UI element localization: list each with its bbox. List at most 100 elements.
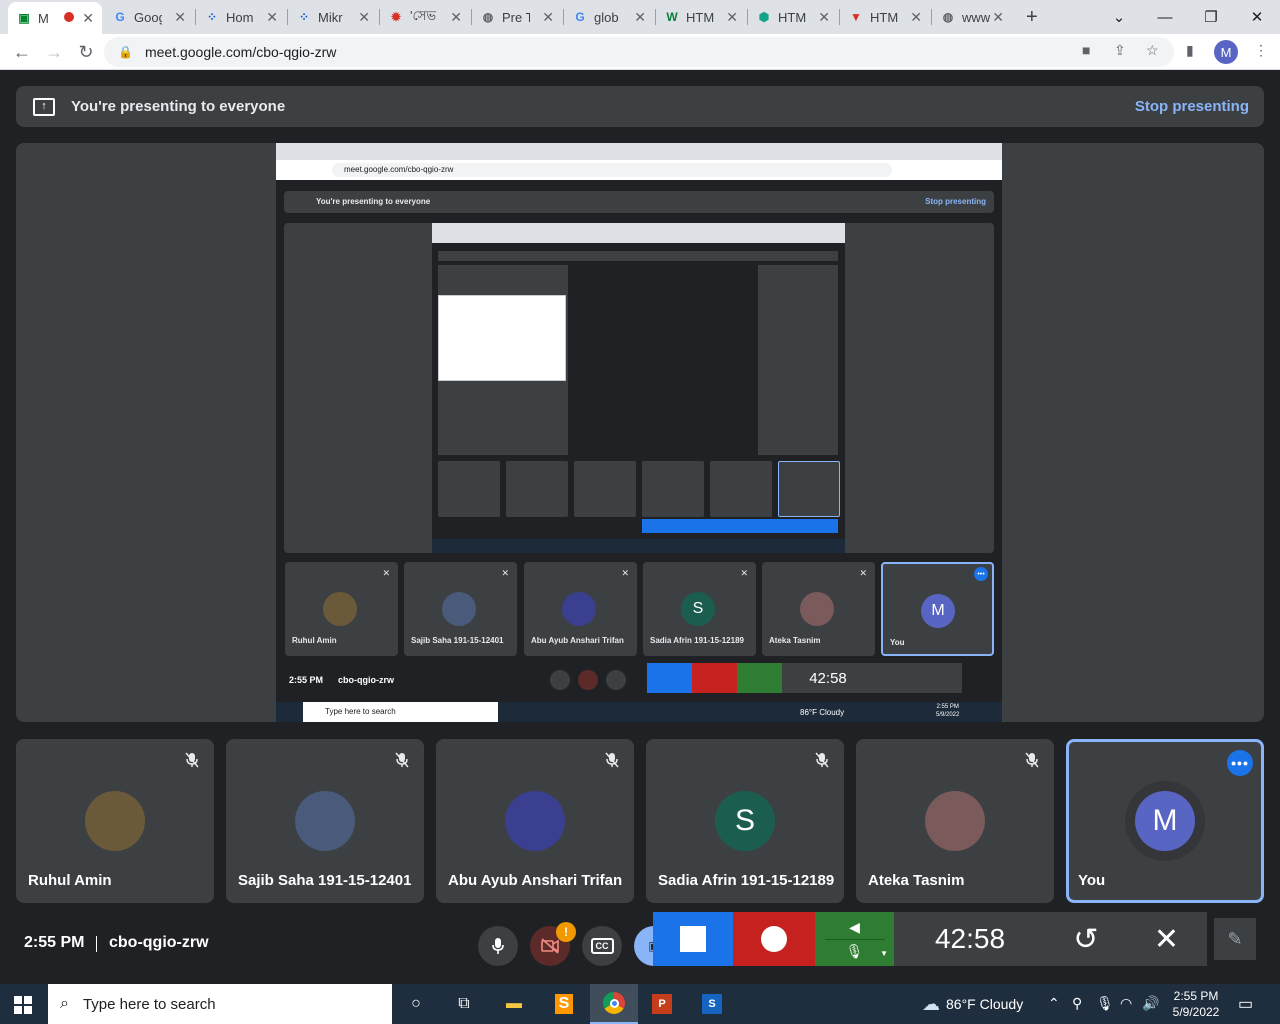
wifi-icon[interactable]: ◠ xyxy=(1120,995,1132,1012)
tab-html-1[interactable]: W HTM ✕ xyxy=(656,0,746,34)
close-icon[interactable]: ✕ xyxy=(910,9,922,26)
captured-clock: 2:55 PM 5/9/2022 xyxy=(936,704,960,718)
restart-recording-button[interactable]: ↺ xyxy=(1046,912,1126,966)
participant-tile[interactable]: Sajib Saha 191-15-12401 xyxy=(226,739,424,903)
windows-start-icon[interactable] xyxy=(14,996,32,1014)
notification-icon[interactable]: ▭ xyxy=(1238,994,1253,1014)
profile-avatar[interactable]: M xyxy=(1214,40,1238,64)
nested-screen xyxy=(568,265,758,455)
close-icon[interactable]: ✕ xyxy=(266,9,278,26)
presenting-text: You're presenting to everyone xyxy=(71,98,286,115)
mic-off-icon xyxy=(812,750,832,770)
draw-button[interactable]: ✎ xyxy=(1214,918,1256,960)
close-icon[interactable]: ✕ xyxy=(82,10,94,27)
captured-recorder-actions xyxy=(874,663,962,693)
captured-meeting-code: cbo-qgio-zrw xyxy=(338,675,394,685)
snipping-tool-window xyxy=(438,295,566,381)
close-icon[interactable]: ✕ xyxy=(450,9,462,26)
close-icon[interactable]: ✕ xyxy=(174,9,186,26)
forward-button[interactable]: → xyxy=(40,38,68,66)
tab-html-3[interactable]: ▼ HTM ✕ xyxy=(840,0,930,34)
tab-html-2[interactable]: ⬢ HTM ✕ xyxy=(748,0,838,34)
tab-label: www xyxy=(962,9,990,25)
participant-tile-you[interactable]: ••• M You xyxy=(1066,739,1264,903)
chevron-up-icon[interactable]: ⌃ xyxy=(1048,995,1060,1012)
powerpoint-button[interactable]: P xyxy=(638,984,686,1024)
tab-mikro[interactable]: ⁘ Mikr ✕ xyxy=(288,0,378,34)
presenting-banner: ↑ You're presenting to everyone Stop pre… xyxy=(16,86,1264,127)
search-placeholder: Type here to search xyxy=(82,995,216,1013)
tab-pre[interactable]: ◍ Pre T ✕ xyxy=(472,0,562,34)
avatar xyxy=(505,791,565,851)
menu-kebab-icon[interactable]: ⋮ xyxy=(1254,42,1268,59)
weather-widget[interactable]: ☁ 86°F Cloudy xyxy=(922,984,1023,1024)
captured-tile: ✕ Abu Ayub Anshari Trifan xyxy=(524,562,637,656)
chrome-button[interactable] xyxy=(590,984,638,1024)
tab-www[interactable]: ◍ www ✕ xyxy=(932,0,1012,34)
back-button[interactable]: ← xyxy=(8,38,36,66)
close-icon[interactable]: ✕ xyxy=(992,9,1004,26)
captured-search: Type here to search xyxy=(303,702,498,722)
mic-icon xyxy=(492,938,504,954)
cortana-button[interactable]: ○ xyxy=(392,984,440,1024)
screen-recorder-app-button[interactable]: S xyxy=(688,984,736,1024)
cancel-recording-button[interactable]: ✕ xyxy=(1126,912,1207,966)
share-icon[interactable]: ⇪ xyxy=(1114,42,1126,59)
captured-weather: 86°F Cloudy xyxy=(800,708,845,717)
tab-label: glob xyxy=(594,9,619,25)
nested-tile xyxy=(574,461,636,517)
new-tab-button[interactable]: + xyxy=(1018,0,1048,34)
captured-tile: ✕ Sajib Saha 191-15-12401 xyxy=(404,562,517,656)
sublime-text-button[interactable]: S xyxy=(540,984,588,1024)
restore-button[interactable]: ❐ xyxy=(1188,0,1234,34)
grid-icon: ⁘ xyxy=(206,10,218,24)
browser-tab-strip: ▣ M ✕ G Goog ✕ ⁘ Hom ✕ ⁘ Mikr ✕ ✹ 'সেভ ✕… xyxy=(0,0,1280,34)
more-options-icon: ••• xyxy=(974,567,988,581)
tab-bangla[interactable]: ✹ 'সেভ ✕ xyxy=(380,0,470,34)
participant-name: Sadia Afrin 191-15-12189 xyxy=(658,872,835,889)
shared-screen-capture: meet.google.com/cbo-qgio-zrw You're pres… xyxy=(276,143,1002,722)
task-view-button[interactable]: ⧉ xyxy=(440,984,488,1024)
stop-presenting-button[interactable]: Stop presenting xyxy=(1135,98,1249,115)
stop-recording-button[interactable] xyxy=(653,912,733,966)
participant-name: Abu Ayub Anshari Trifan xyxy=(448,872,623,889)
minimize-button[interactable]: — xyxy=(1142,0,1188,34)
mic-button[interactable] xyxy=(478,926,518,966)
volume-icon[interactable]: 🔊 xyxy=(1142,995,1159,1012)
mic-off-icon xyxy=(392,750,412,770)
tab-home[interactable]: ⁘ Hom ✕ xyxy=(196,0,286,34)
reload-button[interactable]: ↻ xyxy=(72,38,100,66)
close-icon[interactable]: ✕ xyxy=(726,9,738,26)
bookmark-star-icon[interactable]: ☆ xyxy=(1146,42,1159,59)
file-explorer-button[interactable]: ▬ xyxy=(490,984,538,1024)
present-screen-icon: ↑ xyxy=(33,97,55,116)
close-icon[interactable]: ✕ xyxy=(358,9,370,26)
system-clock[interactable]: 2:55 PM 5/9/2022 xyxy=(1168,988,1224,1020)
microphone-icon[interactable]: 🎙 xyxy=(1096,995,1114,1012)
participant-tile[interactable]: S Sadia Afrin 191-15-12189 xyxy=(646,739,844,903)
close-icon[interactable]: ✕ xyxy=(634,9,646,26)
window-close-button[interactable]: ✕ xyxy=(1234,0,1280,34)
audio-source-button[interactable]: ◀ 🎙 ▼ xyxy=(815,912,894,966)
address-bar[interactable]: 🔒 meet.google.com/cbo-qgio-zrw xyxy=(104,37,1174,67)
side-panel-icon[interactable]: ▮ xyxy=(1186,42,1194,59)
close-icon[interactable]: ✕ xyxy=(542,9,554,26)
participant-tile[interactable]: Abu Ayub Anshari Trifan xyxy=(436,739,634,903)
tab-meet[interactable]: ▣ M ✕ xyxy=(8,2,102,34)
tab-search-button[interactable]: ⌄ xyxy=(1096,0,1142,34)
participant-tile[interactable]: Ateka Tasnim xyxy=(856,739,1054,903)
usb-icon[interactable]: ⚲ xyxy=(1072,995,1082,1012)
close-icon[interactable]: ✕ xyxy=(818,9,830,26)
tab-google[interactable]: G Goog ✕ xyxy=(104,0,194,34)
captured-banner-text: You're presenting to everyone xyxy=(316,197,431,206)
captured-audio-icon xyxy=(737,663,782,693)
captions-button[interactable]: CC xyxy=(582,926,622,966)
taskbar-search-box[interactable]: ⌕ Type here to search xyxy=(48,984,392,1024)
nested-taskbar xyxy=(432,539,845,553)
camera-icon[interactable]: ■ xyxy=(1082,42,1090,58)
tab-glob[interactable]: G glob ✕ xyxy=(564,0,654,34)
globe-icon: ◍ xyxy=(942,10,954,24)
participant-tile[interactable]: Ruhul Amin xyxy=(16,739,214,903)
record-button[interactable] xyxy=(733,912,815,966)
more-options-icon[interactable]: ••• xyxy=(1227,750,1253,776)
